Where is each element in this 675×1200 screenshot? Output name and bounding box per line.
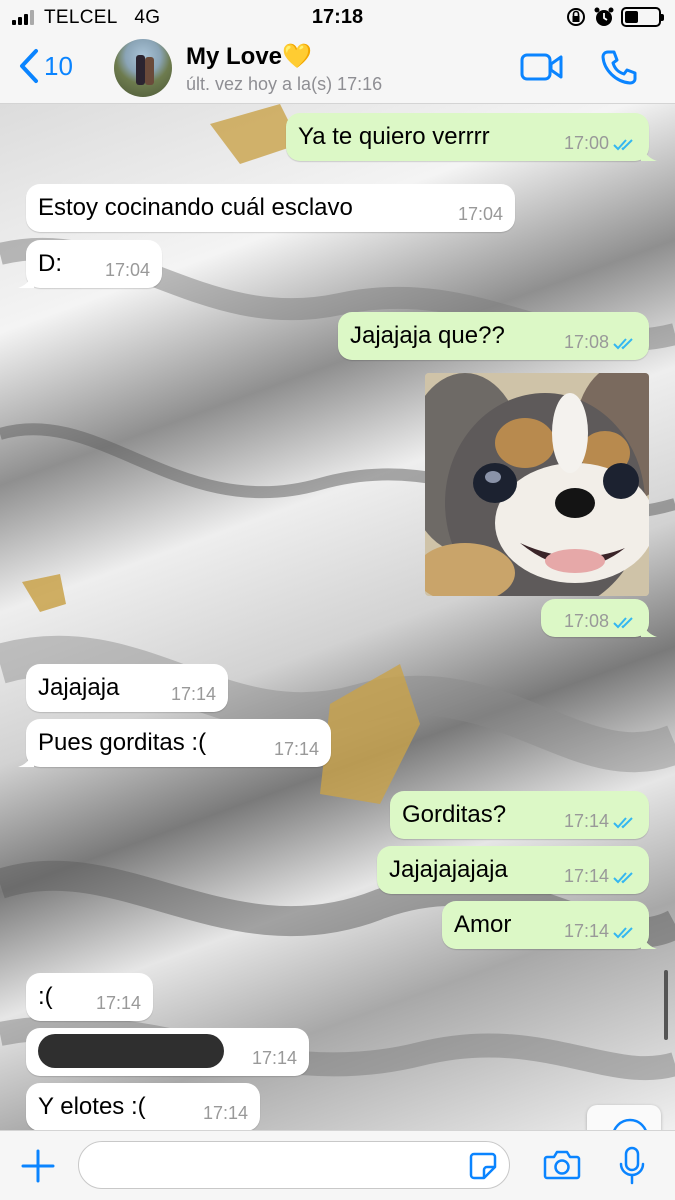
message-text: Jajajajajaja	[389, 856, 508, 883]
read-ticks-icon	[613, 338, 633, 350]
redacted-text	[38, 1033, 224, 1068]
back-button[interactable]: 10	[18, 48, 73, 84]
chevron-down-circle-icon	[613, 1118, 647, 1130]
message-text: Ya te quiero verrrr	[298, 123, 490, 150]
message-incoming[interactable]: D: 17:04	[18, 240, 162, 288]
message-outgoing-image-caption[interactable]: 17:08	[541, 599, 657, 637]
bubble-tail	[641, 621, 657, 637]
message-outgoing[interactable]: Gorditas? 17:14	[390, 791, 649, 839]
bubble-tail	[18, 272, 34, 288]
message-image[interactable]	[425, 373, 649, 596]
message-text: Amor	[454, 911, 512, 938]
battery-icon	[621, 7, 664, 27]
orientation-lock-icon	[567, 8, 585, 26]
message-time: 17:04	[457, 204, 503, 224]
message-time: 17:14	[251, 1048, 297, 1068]
message-text: Gorditas?	[402, 801, 507, 828]
message-incoming[interactable]: Estoy cocinando cuál esclavo 17:04	[26, 184, 515, 232]
bubble-tail	[641, 145, 657, 161]
message-time: 17:14	[202, 1103, 248, 1123]
message-text: Pues gorditas :(	[38, 729, 207, 756]
video-call-icon[interactable]	[520, 52, 564, 82]
scroll-to-bottom-button[interactable]	[587, 1105, 661, 1130]
plus-icon[interactable]	[20, 1148, 56, 1184]
message-outgoing[interactable]: Jajajajajaja 17:14	[377, 846, 649, 894]
phone-call-icon[interactable]	[600, 48, 638, 86]
message-incoming[interactable]: 17:14	[26, 1028, 309, 1076]
message-outgoing[interactable]: Amor 17:14	[442, 901, 657, 949]
message-time: 17:14	[563, 866, 609, 886]
alarm-icon	[594, 7, 614, 26]
status-bar: TELCEL 4G 17:18	[0, 0, 675, 34]
scrollbar[interactable]	[664, 970, 668, 1040]
message-incoming[interactable]: :( 17:14	[26, 973, 153, 1021]
last-seen-status: últ. vez hoy a la(s) 17:16	[186, 74, 383, 94]
message-text: D:	[38, 250, 62, 277]
message-time: 17:08	[563, 332, 609, 352]
dog-photo	[425, 373, 649, 596]
read-ticks-icon	[613, 927, 633, 939]
chat-background[interactable]: Ya te quiero verrrr 17:00 Estoy cocinand…	[0, 104, 675, 1130]
message-input[interactable]	[78, 1141, 510, 1189]
contact-name[interactable]: My Love💛	[186, 42, 312, 71]
camera-icon[interactable]	[543, 1149, 581, 1181]
message-text: Estoy cocinando cuál esclavo	[38, 194, 353, 221]
microphone-icon[interactable]	[618, 1146, 646, 1186]
message-text: Y elotes :(	[38, 1093, 146, 1120]
read-ticks-icon	[613, 872, 633, 884]
message-time: 17:04	[104, 260, 150, 280]
read-ticks-icon	[613, 617, 633, 629]
bubble-tail	[641, 933, 657, 949]
message-text: :(	[38, 983, 53, 1010]
message-outgoing[interactable]: Jajajaja que?? 17:08	[338, 312, 649, 360]
message-incoming[interactable]: Pues gorditas :( 17:14	[18, 719, 331, 767]
chevron-left-icon	[20, 49, 38, 83]
contact-avatar[interactable]	[114, 39, 172, 97]
message-outgoing[interactable]: Ya te quiero verrrr 17:00	[286, 113, 657, 161]
message-time: 17:14	[563, 921, 609, 941]
message-input-bar	[0, 1130, 675, 1200]
chat-header: 10 My Love💛 últ. vez hoy a la(s) 17:16	[0, 34, 675, 104]
message-time: 17:14	[170, 684, 216, 704]
message-time: 17:00	[563, 133, 609, 153]
message-incoming[interactable]: Y elotes :( 17:14	[26, 1083, 260, 1130]
read-ticks-icon	[613, 817, 633, 829]
read-ticks-icon	[613, 139, 633, 151]
message-incoming[interactable]: Jajajaja 17:14	[26, 664, 228, 712]
message-time: 17:14	[563, 811, 609, 831]
message-text: Jajajaja	[38, 674, 120, 701]
message-time: 17:14	[273, 739, 319, 759]
sticker-icon[interactable]	[468, 1151, 498, 1181]
unread-count: 10	[44, 50, 73, 81]
message-time: 17:08	[563, 611, 609, 631]
message-text: Jajajaja que??	[350, 322, 505, 349]
message-time: 17:14	[95, 993, 141, 1013]
bubble-tail	[18, 751, 34, 767]
